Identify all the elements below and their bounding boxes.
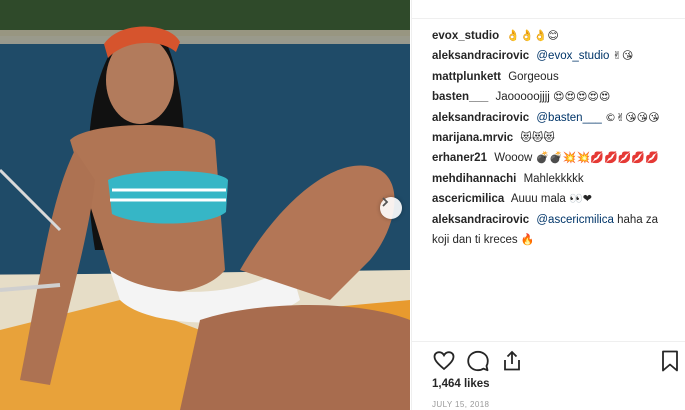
- comment: marijana.mrvic 😻😻😻: [432, 128, 677, 148]
- share-icon[interactable]: [500, 349, 524, 373]
- post-actions: [432, 349, 680, 373]
- comment: erhaner21 Wooow 💣💣💥💥💋💋💋💋💋: [432, 148, 677, 168]
- post-sidebar: evox_studio 👌👌👌😊 aleksandracirovic @evox…: [411, 0, 685, 410]
- comment-text: Jaooooojjjj: [495, 91, 550, 104]
- header-divider: [412, 0, 685, 19]
- comment: aleksandracirovic @ascericmilica haha za…: [432, 210, 677, 251]
- photo-illustration: [0, 0, 410, 410]
- comment-emoji: 😍😍😍😍😍: [553, 90, 611, 104]
- comment-emoji: 👌👌👌😊: [506, 29, 559, 42]
- heart-icon[interactable]: [432, 349, 456, 373]
- comment-username[interactable]: aleksandracirovic: [432, 50, 529, 62]
- comment-bubble-icon[interactable]: [466, 349, 490, 373]
- comment-text: Mahlekkkkk: [523, 172, 584, 185]
- comment-mention[interactable]: @evox_studio: [536, 50, 609, 62]
- likes-count[interactable]: 1,464 likes: [432, 378, 490, 390]
- chevron-right-icon: [382, 197, 389, 207]
- comment-username[interactable]: mattplunkett: [432, 71, 501, 83]
- comment-list: evox_studio 👌👌👌😊 aleksandracirovic @evox…: [432, 26, 677, 250]
- comment-text: Gorgeous: [508, 70, 559, 83]
- comment-text: Wooow: [494, 152, 533, 165]
- comment: mattplunkett Gorgeous: [432, 67, 677, 87]
- comment-emoji: 🔥: [520, 233, 535, 247]
- post-photo: [0, 0, 410, 410]
- post-date: JULY 15, 2018: [432, 400, 490, 409]
- comment-username[interactable]: aleksandracirovic: [432, 112, 529, 124]
- comment-emoji: 👀❤: [569, 192, 592, 206]
- comment-username[interactable]: marijana.mrvic: [432, 132, 513, 144]
- comment-emoji: ©✌😘😘😘: [604, 110, 660, 124]
- comment-emoji: 💣💣💥💥💋💋💋💋💋: [535, 151, 659, 165]
- comment: basten___ Jaooooojjjj 😍😍😍😍😍: [432, 87, 677, 107]
- comment-text: Auuu mala: [510, 193, 566, 206]
- comment-emoji: ✌😘: [612, 49, 634, 63]
- bookmark-icon[interactable]: [660, 349, 680, 373]
- comment-username[interactable]: basten___: [432, 91, 488, 103]
- comment: ascericmilica Auuu mala 👀❤: [432, 189, 677, 209]
- comment-username[interactable]: aleksandracirovic: [432, 214, 529, 226]
- comment-mention[interactable]: @basten___: [536, 112, 601, 124]
- comment: aleksandracirovic @basten___ ©✌😘😘😘: [432, 108, 677, 128]
- comment-username[interactable]: mehdihannachi: [432, 173, 516, 185]
- comment-username[interactable]: erhaner21: [432, 152, 487, 164]
- comment-username[interactable]: ascericmilica: [432, 193, 504, 205]
- comment-mention[interactable]: @ascericmilica: [536, 214, 614, 226]
- next-photo-button[interactable]: [380, 197, 402, 219]
- comment-emoji: 😻😻😻: [520, 131, 555, 145]
- comment: evox_studio 👌👌👌😊: [432, 26, 677, 46]
- comment: mehdihannachi Mahlekkkkk: [432, 169, 677, 189]
- comment: aleksandracirovic @evox_studio ✌😘: [432, 46, 677, 66]
- actions-divider: [412, 341, 685, 342]
- comment-username[interactable]: evox_studio: [432, 30, 499, 42]
